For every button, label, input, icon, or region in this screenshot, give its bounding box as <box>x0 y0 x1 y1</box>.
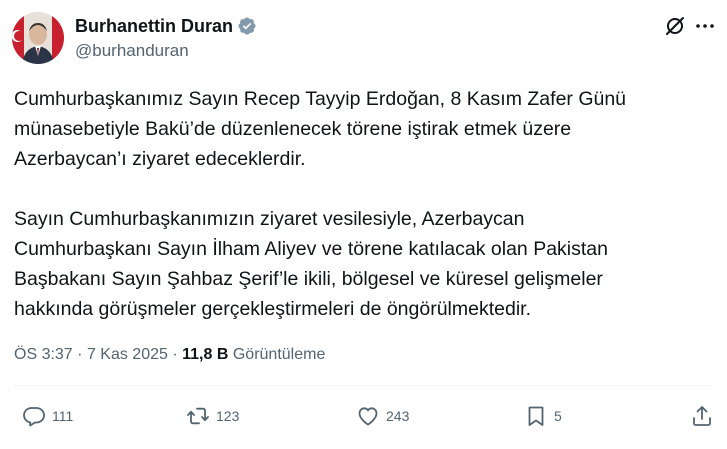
tweet-line: Sayın Cumhurbaşkanımızın ziyaret vesiles… <box>14 208 525 230</box>
verified-badge-icon[interactable] <box>237 16 257 36</box>
retweet-icon <box>187 407 209 425</box>
author-names: Burhanettin Duran @burhanduran <box>75 14 257 63</box>
tweet-line: Başbakanı Sayın Şahbaz Şerif’le ikili, b… <box>14 268 603 290</box>
avatar[interactable] <box>12 12 64 64</box>
tweet-line: Cumhurbaşkanımız Sayın Recep Tayyip Erdo… <box>14 88 627 110</box>
views-label: Görüntüleme <box>232 346 326 363</box>
tweet-time[interactable]: ÖS 3:37 <box>14 346 73 363</box>
tweet-meta: ÖS 3:37 · 7 Kas 2025 · 11,8 B Görüntülem… <box>14 344 325 366</box>
more-options-icon[interactable] <box>693 14 717 38</box>
views-count: 11,8 B <box>182 346 229 363</box>
bookmark-button[interactable]: 5 <box>524 404 562 428</box>
grok-icon[interactable] <box>663 14 687 38</box>
retweet-count: 123 <box>216 408 240 424</box>
tweet-line: münasebetiyle Bakü’de düzenlenecek tören… <box>14 118 572 140</box>
tweet-paragraph: Cumhurbaşkanımız Sayın Recep Tayyip Erdo… <box>14 84 714 174</box>
author-handle[interactable]: @burhanduran <box>75 39 257 63</box>
like-button[interactable]: 243 <box>356 404 409 428</box>
divider <box>14 385 713 386</box>
share-icon <box>693 406 711 426</box>
retweet-button[interactable]: 123 <box>186 404 239 428</box>
heart-icon <box>358 407 378 426</box>
meta-separator: · <box>172 346 178 363</box>
share-button[interactable] <box>690 404 714 428</box>
tweet-line: Azerbaycan’ı ziyaret edeceklerdir. <box>14 148 306 170</box>
tweet-line: hakkında görüşmeler gerçekleştirmeleri d… <box>14 298 531 320</box>
action-bar: 111 123 243 5 <box>14 400 713 434</box>
reply-button[interactable]: 111 <box>22 404 73 428</box>
tweet-header: Burhanettin Duran @burhanduran <box>12 10 717 66</box>
author-display-name[interactable]: Burhanettin Duran <box>75 14 233 38</box>
bookmark-count: 5 <box>554 408 562 424</box>
reply-count: 111 <box>52 408 74 424</box>
avatar-image <box>12 12 64 64</box>
tweet-line: Cumhurbaşkanı Sayın İlham Aliyev ve töre… <box>14 238 608 260</box>
meta-separator: · <box>77 346 83 363</box>
reply-icon <box>23 407 45 427</box>
tweet-date[interactable]: 7 Kas 2025 <box>87 346 168 363</box>
like-count: 243 <box>386 408 410 424</box>
tweet-text: Cumhurbaşkanımız Sayın Recep Tayyip Erdo… <box>14 84 714 324</box>
bookmark-icon <box>528 406 544 426</box>
tweet-paragraph: Sayın Cumhurbaşkanımızın ziyaret vesiles… <box>14 204 714 324</box>
